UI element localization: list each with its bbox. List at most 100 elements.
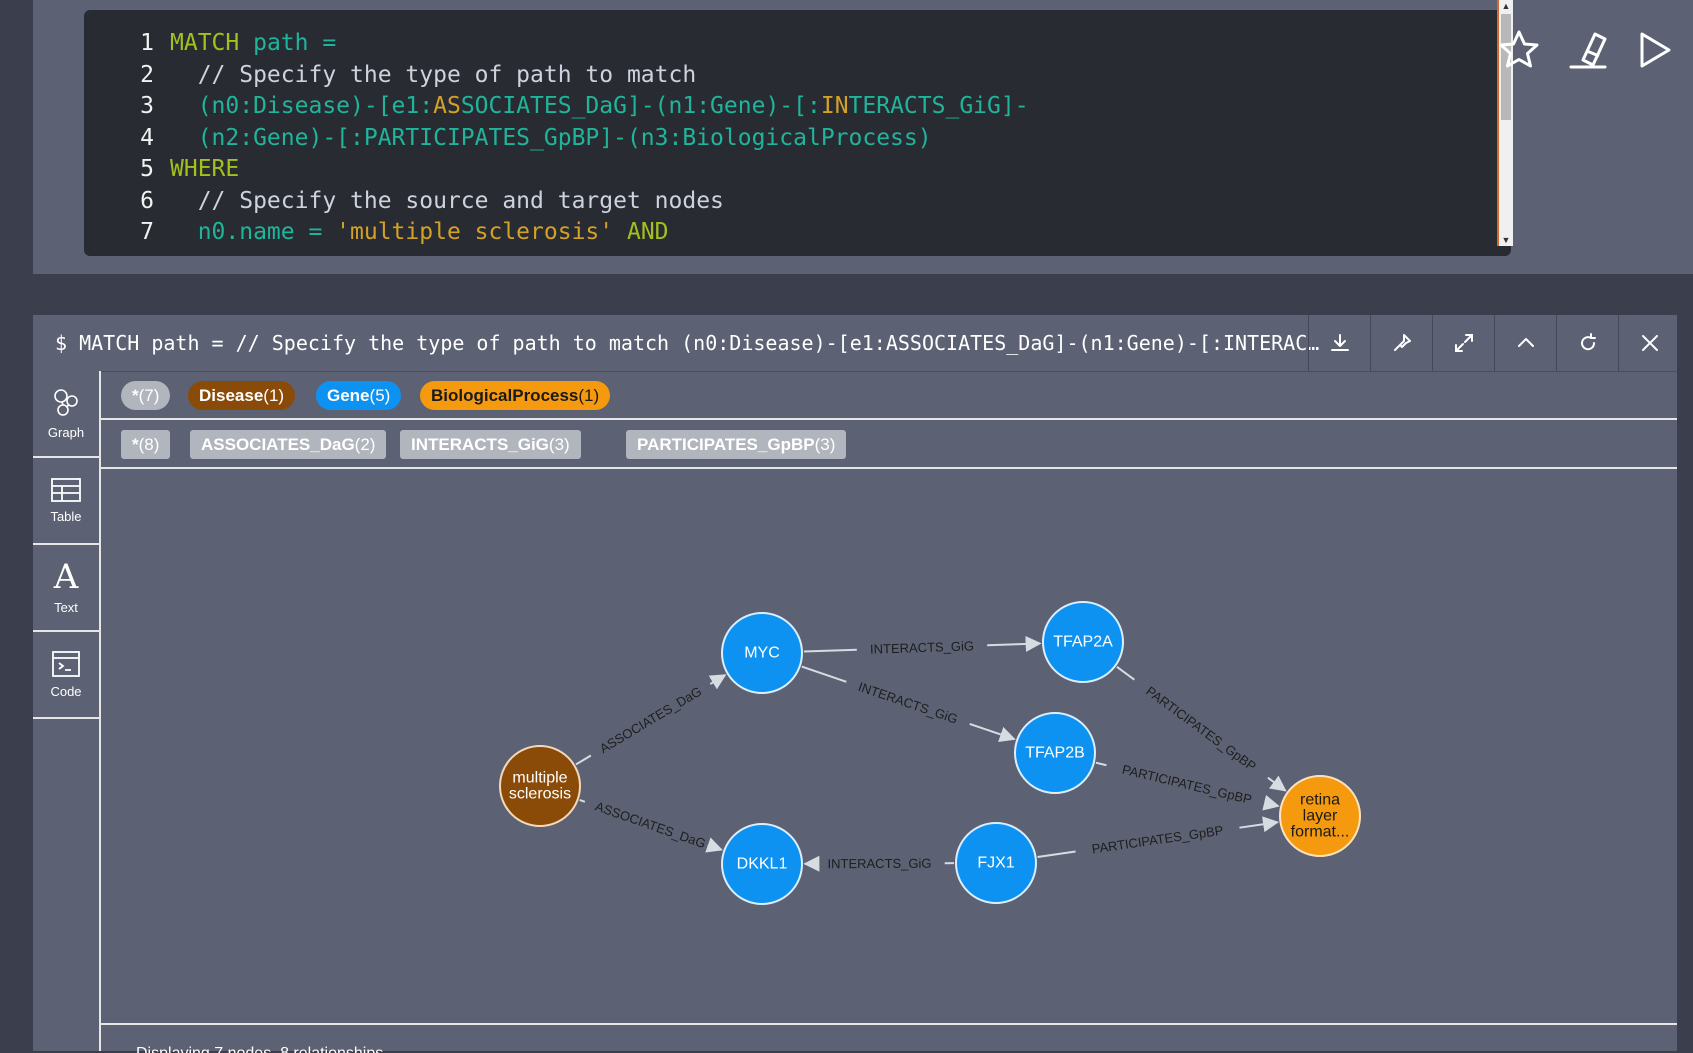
line-number: 1 (84, 26, 154, 60)
view-switcher: Graph Table A Text Code (33, 371, 101, 1051)
code-token: (n0:Disease)-[e1: (170, 93, 433, 119)
node-caption: DKKL1 (737, 856, 788, 873)
relationship-arrow[interactable] (970, 724, 1015, 739)
play-icon (1627, 24, 1679, 76)
relationship-arrow[interactable] (1239, 822, 1277, 828)
graph-node-retina[interactable]: retinalayerformat... (1280, 776, 1360, 856)
favorite-button[interactable] (1493, 24, 1545, 76)
scroll-down-arrow-icon[interactable]: ▼ (1499, 234, 1513, 246)
code-line[interactable]: 6 // Specify the source and target nodes (84, 184, 724, 218)
clear-editor-button[interactable] (1561, 24, 1613, 76)
run-query-button[interactable] (1627, 24, 1679, 76)
line-number: 6 (84, 184, 154, 218)
star-icon (1493, 24, 1545, 76)
graph-node-ms[interactable]: multiplesclerosis (500, 746, 580, 826)
code-text: MATCH path = (170, 30, 336, 56)
relationship-arrow[interactable] (716, 848, 721, 850)
relationship-type-chip[interactable]: PARTICIPATES_GpBP(3) (626, 430, 846, 459)
relationship-line[interactable] (580, 800, 585, 802)
nav-table[interactable]: Table (33, 458, 99, 545)
fullscreen-button[interactable] (1432, 315, 1494, 371)
relationship-line[interactable] (1117, 667, 1134, 680)
nav-text[interactable]: A Text (33, 545, 99, 632)
code-line[interactable]: 3 (n0:Disease)-[e1:ASSOCIATES_DaG]-(n1:G… (84, 89, 1029, 123)
query-summary[interactable]: $ MATCH path = // Specify the type of pa… (55, 315, 1325, 371)
relationship-line[interactable] (576, 756, 591, 765)
chip-count: (8) (139, 435, 160, 454)
nav-table-label: Table (50, 509, 81, 524)
status-bar: Displaying 7 nodes, 8 relationships. (99, 1023, 1677, 1053)
code-token: MATCH (170, 30, 239, 56)
graph-relationship[interactable]: INTERACTS_GiG (802, 667, 1015, 740)
node-label-chip[interactable]: Disease(1) (188, 381, 295, 410)
line-number: 7 (84, 215, 154, 249)
chip-count: (3) (549, 435, 570, 454)
graph-node-tfap2a[interactable]: TFAP2A (1043, 602, 1123, 682)
code-token: 'multiple sclerosis' (336, 219, 613, 245)
node-caption: format... (1291, 824, 1350, 841)
pin-button[interactable] (1370, 315, 1432, 371)
graph-relationship[interactable]: PARTICIPATES_GpBP (1038, 822, 1278, 857)
graph-node-fjx1[interactable]: FJX1 (956, 823, 1036, 903)
pin-icon (1391, 332, 1413, 354)
nav-graph-label: Graph (48, 425, 84, 440)
graph-node-myc[interactable]: MYC (722, 613, 802, 693)
chip-name: * (132, 386, 139, 405)
node-label-chip[interactable]: Gene(5) (316, 381, 401, 410)
chip-count: (5) (370, 386, 391, 405)
relationship-arrow[interactable] (1268, 804, 1279, 807)
chip-count: (1) (578, 386, 599, 405)
graph-visualization[interactable]: ASSOCIATES_DaG ASSOCIATES_DaG INTERACTS_Gi… (99, 469, 1677, 1023)
relationship-type-chip[interactable]: ASSOCIATES_DaG(2) (190, 430, 386, 459)
node-label-chip[interactable]: BiologicalProcess(1) (420, 381, 610, 410)
node-label-chip[interactable]: *(7) (121, 381, 170, 410)
nav-graph[interactable]: Graph (33, 371, 99, 458)
graph-relationship[interactable]: INTERACTS_GiG (804, 638, 1040, 657)
code-line[interactable]: 5WHERE (84, 152, 239, 186)
code-text: // Specify the source and target nodes (170, 188, 724, 214)
relationship-line[interactable] (802, 667, 847, 682)
refresh-icon (1577, 332, 1599, 354)
graph-relationship[interactable]: ASSOCIATES_DaG (576, 675, 725, 764)
code-token: IN (821, 93, 849, 119)
relationship-type-chip[interactable]: *(8) (121, 430, 170, 459)
code-line[interactable]: 2 // Specify the type of path to match (84, 58, 696, 92)
relationship-line[interactable] (1096, 763, 1107, 766)
chip-name: ASSOCIATES_DaG (201, 435, 355, 454)
relationship-label: ASSOCIATES_DaG (597, 683, 704, 756)
nav-code[interactable]: Code (33, 632, 99, 719)
node-caption: TFAP2B (1025, 745, 1085, 762)
node-caption: MYC (744, 645, 780, 662)
graph-relationship[interactable]: INTERACTS_GiG (805, 856, 954, 871)
node-caption: retina (1300, 792, 1340, 809)
graph-node-dkkl1[interactable]: DKKL1 (722, 824, 802, 904)
line-number: 3 (84, 89, 154, 123)
graph-node-tfap2b[interactable]: TFAP2B (1015, 713, 1095, 793)
relationship-arrow[interactable] (710, 675, 725, 684)
download-button[interactable] (1308, 315, 1370, 371)
close-icon (1639, 332, 1661, 354)
code-line[interactable]: 7 n0.name = 'multiple sclerosis' AND (84, 215, 669, 249)
graph-relationship[interactable]: ASSOCIATES_DaG (580, 799, 722, 852)
code-line[interactable]: 4 (n2:Gene)-[:PARTICIPATES_GpBP]-(n3:Bio… (84, 121, 932, 155)
code-line[interactable]: 1 MATCH path = (84, 26, 336, 60)
rerun-button[interactable] (1556, 315, 1618, 371)
chip-count: (7) (139, 386, 160, 405)
relationship-label: ASSOCIATES_DaG (593, 799, 707, 852)
node-label-filters: *(7)Disease(1)Gene(5)BiologicalProcess(1… (99, 371, 1677, 420)
chip-name: Gene (327, 386, 370, 405)
collapse-button[interactable] (1494, 315, 1556, 371)
chip-name: Disease (199, 386, 263, 405)
relationship-arrow[interactable] (987, 643, 1040, 645)
relationship-label: PARTICIPATES_GpBP (1143, 683, 1259, 774)
relationship-line[interactable] (804, 650, 857, 652)
relationship-type-filters: *(8) ASSOCIATES_DaG(2) INTERACTS_GiG(3) PAR… (99, 420, 1677, 469)
code-editor[interactable]: 1 MATCH path =2 // Specify the type of pa… (84, 10, 1511, 256)
relationship-type-chip[interactable]: INTERACTS_GiG(3) (400, 430, 581, 459)
code-text: WHERE (170, 156, 239, 182)
relationship-line[interactable] (1038, 851, 1076, 857)
relationship-arrow[interactable] (1268, 778, 1285, 791)
chip-count: (2) (355, 435, 376, 454)
close-result-button[interactable] (1618, 315, 1680, 371)
scroll-up-arrow-icon[interactable]: ▲ (1499, 0, 1513, 12)
